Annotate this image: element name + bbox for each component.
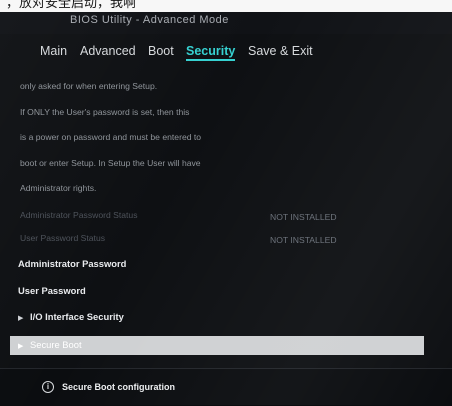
help-footer: i Secure Boot configuration <box>0 368 452 406</box>
tab-security[interactable]: Security <box>186 44 236 61</box>
help-line: boot or enter Setup. In Setup the User w… <box>20 158 201 168</box>
user-password-status-label: User Password Status <box>20 233 106 243</box>
submenu-arrow-icon: ▶ <box>18 343 24 350</box>
help-line: only asked for when entering Setup. <box>20 81 158 91</box>
user-password-status-value: NOT INSTALLED <box>270 235 337 245</box>
admin-password-item[interactable]: Administrator Password <box>18 258 126 269</box>
bios-title: BIOS Utility - Advanced Mode <box>70 14 229 26</box>
help-line: is a power on password and must be enter… <box>20 132 202 142</box>
help-line: Administrator rights. <box>20 183 97 193</box>
info-icon: i <box>42 381 54 393</box>
handwritten-note: ，放对安全启动，我啊 <box>6 0 137 11</box>
paper-strip: ，放对安全启动，我啊 <box>0 0 452 12</box>
secure-boot-label-wrap: ▶ Secure Boot <box>18 339 82 350</box>
user-password-item[interactable]: User Password <box>18 285 86 296</box>
secure-boot-label: Secure Boot <box>30 339 82 350</box>
submenu-arrow-icon: ▶ <box>18 315 24 322</box>
tab-main[interactable]: Main <box>40 44 67 58</box>
footer-hint: Secure Boot configuration <box>62 382 176 392</box>
secure-boot-item[interactable]: ▶ Secure Boot <box>10 336 424 355</box>
admin-password-status-value: NOT INSTALLED <box>270 212 337 222</box>
tab-advanced[interactable]: Advanced <box>80 44 136 58</box>
tab-boot[interactable]: Boot <box>148 44 174 58</box>
bios-header: BIOS Utility - Advanced Mode <box>0 12 452 34</box>
io-interface-security-label: I/O Interface Security <box>30 311 124 322</box>
tab-save-exit[interactable]: Save & Exit <box>248 44 313 58</box>
admin-password-status-label: Administrator Password Status <box>20 210 138 220</box>
io-interface-security-item[interactable]: ▶ I/O Interface Security <box>18 311 124 322</box>
tab-bar: Main Advanced Boot Security Save & Exit <box>0 38 452 68</box>
help-line: If ONLY the User's password is set, then… <box>20 107 190 117</box>
